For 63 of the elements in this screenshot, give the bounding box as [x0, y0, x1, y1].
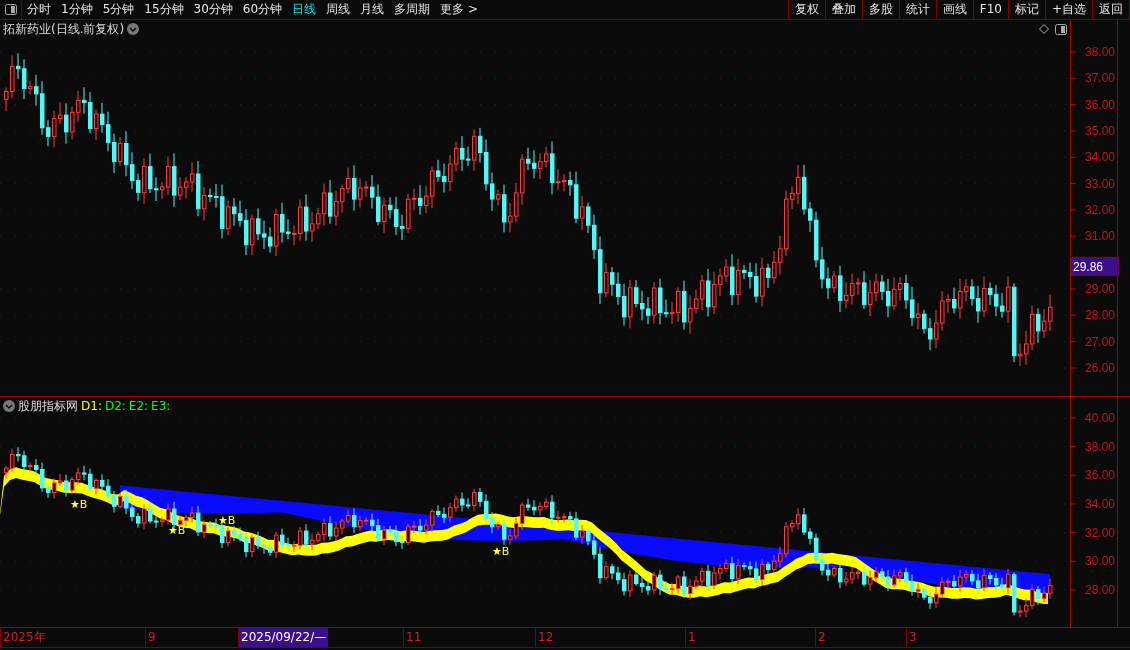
period-tab[interactable]: 15分钟: [139, 0, 189, 19]
date-label: 2025年: [0, 628, 48, 647]
chevron-down-icon[interactable]: [3, 400, 15, 412]
legend-label: E3:: [151, 398, 171, 415]
axis-label: 38.00: [1084, 45, 1115, 59]
period-tab[interactable]: 周线: [321, 0, 356, 19]
toolbar-button[interactable]: 复权: [787, 0, 825, 19]
period-tab[interactable]: 多周期: [389, 0, 436, 19]
axis-label: 36.00: [1084, 97, 1115, 112]
axis-label: 28.00: [1084, 582, 1115, 597]
axis-label: 34.00: [1084, 150, 1115, 165]
axis-label: 38.00: [1084, 439, 1115, 454]
toolbar-button[interactable]: 叠加: [824, 0, 862, 19]
date-label: 11: [403, 628, 424, 647]
period-tab[interactable]: 5分钟: [97, 0, 140, 19]
axis-label: 31.00: [1084, 229, 1115, 244]
axis-label: 30.00: [1084, 554, 1115, 569]
legend-label: D1:: [81, 398, 102, 415]
date-label: 12: [535, 628, 556, 647]
date-label: 9: [145, 628, 158, 647]
toolbar-button[interactable]: +自选: [1044, 0, 1092, 19]
chart-title: 拓新药业(日线.前复权): [3, 21, 125, 38]
axis-label: 33.00: [1084, 176, 1115, 191]
panel-toggle-icon[interactable]: [4, 4, 17, 15]
buy-signal: ★B: [70, 498, 88, 511]
axis-label: 29.00: [1084, 281, 1115, 296]
period-tab[interactable]: 30分钟: [188, 0, 238, 19]
toolbar-button[interactable]: 画线: [935, 0, 973, 19]
period-tab[interactable]: 60分钟: [237, 0, 288, 19]
buy-signal: ★B: [168, 524, 186, 537]
toolbar-button[interactable]: F10: [972, 0, 1008, 19]
buy-signal: ★B: [218, 514, 236, 527]
axis-label: 35.00: [1084, 124, 1115, 138]
indicator-name: 股朋指标网: [18, 398, 78, 415]
chevron-down-icon[interactable]: [127, 23, 140, 35]
axis-label: 37.00: [1084, 71, 1115, 86]
axis-label: 26.00: [1084, 360, 1115, 375]
legend-label: E2:: [128, 398, 149, 415]
axis-label: 36.00: [1084, 468, 1115, 483]
period-tab[interactable]: 分时: [22, 0, 56, 19]
axis-label: 40.00: [1084, 411, 1115, 425]
period-tab[interactable]: 日线: [287, 0, 322, 19]
toolbar-button[interactable]: 统计: [898, 0, 936, 19]
axis-label: 27.00: [1084, 334, 1115, 349]
period-tab[interactable]: 1分钟: [56, 0, 98, 19]
date-label: 3: [906, 628, 919, 647]
diamond-icon[interactable]: [1039, 24, 1049, 34]
toolbar-button[interactable]: 多股: [861, 0, 899, 19]
axis-label: 32.00: [1084, 203, 1115, 217]
toolbar-button[interactable]: 标记: [1007, 0, 1045, 19]
panel-toggle-icon[interactable]: [1055, 23, 1067, 35]
axis-label: 28.00: [1084, 308, 1115, 323]
axis-label: 34.00: [1084, 497, 1115, 511]
current-price-tag: 29.86: [1071, 256, 1119, 276]
axis-label: 32.00: [1084, 525, 1115, 540]
date-label: 1: [685, 628, 698, 647]
date-label: 2: [815, 628, 828, 647]
buy-signal: ★B: [492, 545, 510, 558]
period-tab[interactable]: 月线: [355, 0, 390, 19]
toolbar-button[interactable]: 返回: [1092, 0, 1130, 19]
period-tab[interactable]: 更多 >: [435, 0, 483, 19]
legend-label: D2:: [104, 398, 126, 415]
date-label: 2025/09/22/—: [238, 628, 329, 647]
